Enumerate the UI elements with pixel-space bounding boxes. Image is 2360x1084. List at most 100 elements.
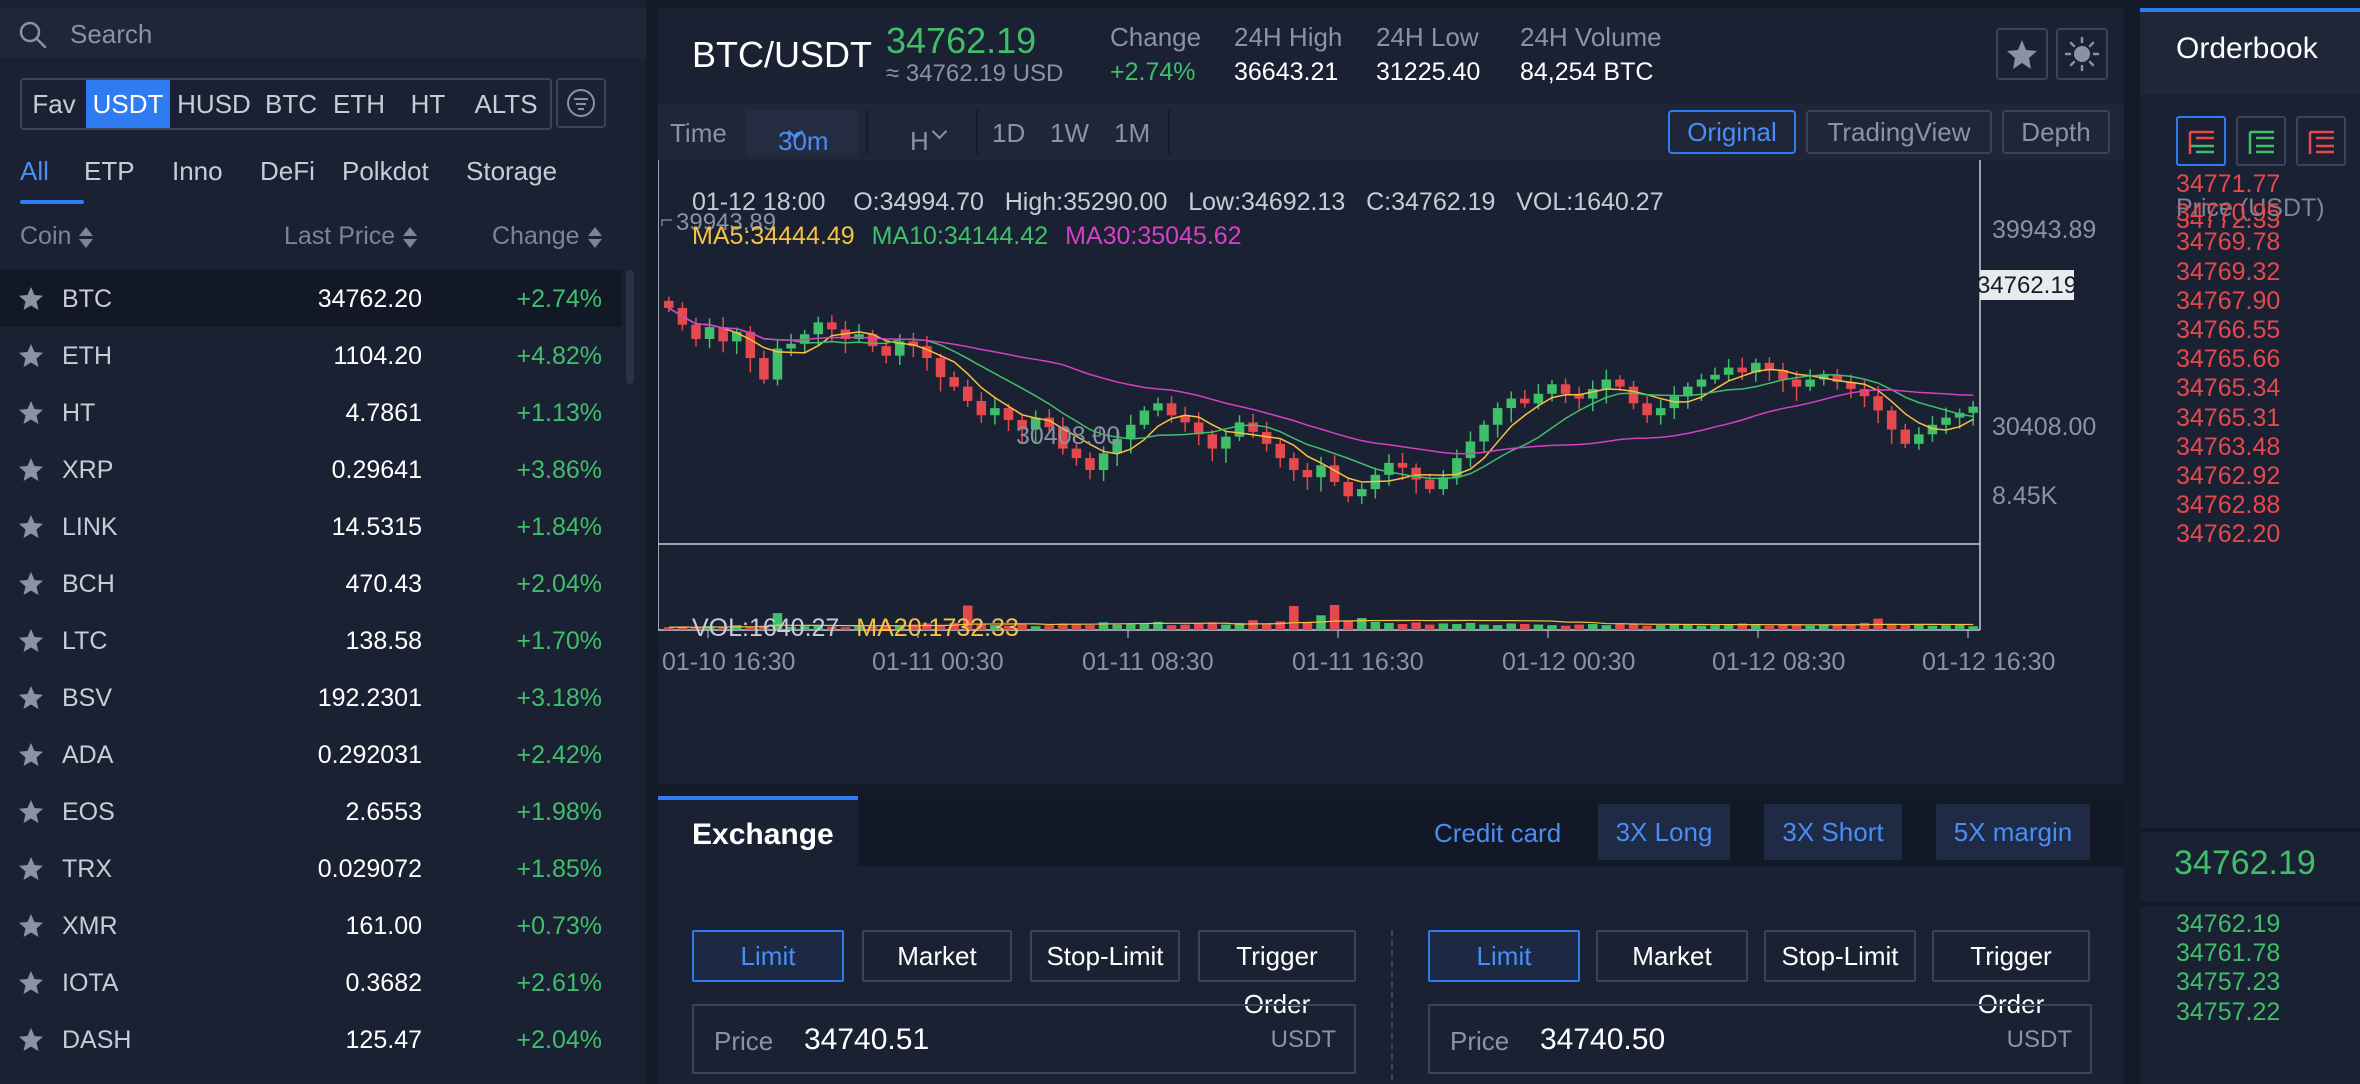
ask-price[interactable]: 34765.34 (2176, 374, 2280, 403)
chart-area[interactable]: 39943.89 30408.00 8.45K 34762.19 39943.89 304… (658, 160, 2124, 784)
view-tradingview-button[interactable]: TradingView (1806, 110, 1992, 154)
coin-row[interactable]: BCH 470.43 +2.04% (0, 555, 622, 612)
coin-row[interactable]: BSV 192.2301 +3.18% (0, 669, 622, 726)
buy-price-input[interactable] (804, 1018, 1184, 1062)
tab-inno[interactable]: Inno (172, 156, 260, 200)
ask-price[interactable]: 34769.32 (2176, 258, 2280, 287)
3x-short-button[interactable]: 3X Short (1764, 804, 1902, 860)
ask-price[interactable]: 34769.78 (2176, 228, 2280, 257)
star-icon[interactable] (18, 400, 44, 426)
sell-stop-limit-tab[interactable]: Stop-Limit (1764, 930, 1916, 982)
tab-eth[interactable]: ETH (324, 80, 394, 128)
star-icon[interactable] (18, 571, 44, 597)
3x-long-button[interactable]: 3X Long (1598, 804, 1730, 860)
bid-price[interactable]: 34762.19 (2176, 910, 2280, 939)
period-1d[interactable]: 1D (992, 118, 1025, 149)
ask-price[interactable]: 34770.95 (2176, 199, 2280, 228)
coin-row[interactable]: ADA 0.292031 +2.42% (0, 726, 622, 783)
star-icon[interactable] (18, 514, 44, 540)
buy-market-tab[interactable]: Market (862, 930, 1012, 982)
coin-row[interactable]: EOS 2.6553 +1.98% (0, 783, 622, 840)
sort-by-coin[interactable]: Coin (20, 222, 94, 251)
star-icon[interactable] (18, 685, 44, 711)
coin-row[interactable]: HT 4.7861 +1.13% (0, 384, 622, 441)
theme-toggle[interactable] (2056, 28, 2108, 80)
ask-price[interactable]: 34763.48 (2176, 433, 2280, 462)
coin-row[interactable]: IOTA 0.3682 +2.61% (0, 954, 622, 1011)
coin-row[interactable]: BTC 34762.20 +2.74% (0, 270, 622, 327)
sell-market-tab[interactable]: Market (1596, 930, 1748, 982)
coin-row[interactable]: LTC 138.58 +1.70% (0, 612, 622, 669)
sell-trigger-order-tab[interactable]: Trigger Order (1932, 930, 2090, 1019)
credit-card-link[interactable]: Credit card (1434, 818, 1561, 849)
orderbook-asks-mode[interactable] (2296, 116, 2346, 166)
buy-trigger-order-tab[interactable]: Trigger Order (1198, 930, 1356, 1019)
sell-limit-tab[interactable]: Limit (1428, 930, 1580, 982)
sort-by-price[interactable]: Last Price (284, 222, 418, 251)
star-icon[interactable] (18, 628, 44, 654)
volume-bar (1248, 620, 1258, 630)
ask-price[interactable]: 34767.90 (2176, 287, 2280, 316)
tab-exchange[interactable]: Exchange (658, 796, 858, 870)
low-value: 31225.40 (1376, 58, 1481, 86)
ask-price[interactable]: 34766.55 (2176, 316, 2280, 345)
buy-limit-tab[interactable]: Limit (692, 930, 844, 982)
coin-row[interactable]: LINK 14.5315 +1.84% (0, 498, 622, 555)
orderbook-title[interactable]: Orderbook (2176, 32, 2318, 66)
tab-storage[interactable]: Storage (466, 156, 566, 200)
candlestick-chart[interactable]: 39943.8930408.008.45K34762.1939943.89304… (658, 160, 2124, 784)
coin-row[interactable]: XRP 0.29641 +3.86% (0, 441, 622, 498)
view-depth-button[interactable]: Depth (2002, 110, 2110, 154)
search-input[interactable] (70, 16, 610, 52)
tab-usdt[interactable]: USDT (86, 80, 170, 128)
bid-price[interactable]: 34757.22 (2176, 998, 2280, 1027)
tab-defi[interactable]: DeFi (260, 156, 342, 200)
orderbook-both-mode[interactable] (2176, 116, 2226, 166)
ask-price[interactable]: 34762.92 (2176, 462, 2280, 491)
coin-row[interactable]: XMR 161.00 +0.73% (0, 897, 622, 954)
bid-price[interactable]: 34757.23 (2176, 968, 2280, 997)
star-icon[interactable] (18, 1027, 44, 1053)
volume-bar (1221, 624, 1231, 630)
star-icon[interactable] (18, 343, 44, 369)
star-icon[interactable] (18, 286, 44, 312)
ask-price[interactable]: 34765.31 (2176, 404, 2280, 433)
star-icon[interactable] (18, 970, 44, 996)
sell-price-input[interactable] (1540, 1018, 1920, 1062)
view-original-button[interactable]: Original (1668, 110, 1796, 154)
tab-etp[interactable]: ETP (84, 156, 172, 200)
ask-price[interactable]: 34765.66 (2176, 345, 2280, 374)
star-icon[interactable] (18, 856, 44, 882)
period-1w[interactable]: 1W (1050, 118, 1089, 149)
tab-polkdot[interactable]: Polkdot (342, 156, 466, 200)
tab-fav[interactable]: Fav (22, 80, 86, 128)
hour-interval-select[interactable]: H (882, 110, 974, 156)
tab-husd[interactable]: HUSD (170, 80, 258, 128)
tab-alts[interactable]: ALTS (462, 80, 550, 128)
5x-margin-button[interactable]: 5X margin (1936, 804, 2090, 860)
star-icon[interactable] (18, 799, 44, 825)
coin-row[interactable]: ETH 1104.20 +4.82% (0, 327, 622, 384)
tab-btc[interactable]: BTC (258, 80, 324, 128)
orderbook-bids-mode[interactable] (2236, 116, 2286, 166)
ask-price[interactable]: 34762.20 (2176, 520, 2280, 549)
star-icon[interactable] (18, 742, 44, 768)
sort-by-change[interactable]: Change (492, 222, 602, 251)
favorite-button[interactable] (1996, 28, 2048, 80)
coin-row[interactable]: DASH 125.47 +2.04% (0, 1011, 622, 1068)
interval-select[interactable]: 30m (746, 110, 858, 156)
star-icon[interactable] (18, 913, 44, 939)
ask-price[interactable]: 34762.88 (2176, 491, 2280, 520)
list-scrollbar[interactable] (626, 270, 634, 384)
orderbook-asks-icon (2308, 130, 2334, 154)
tab-ht[interactable]: HT (394, 80, 462, 128)
bid-price[interactable]: 34761.78 (2176, 939, 2280, 968)
coin-row[interactable]: TRX 0.029072 +1.85% (0, 840, 622, 897)
filter-button[interactable] (556, 78, 606, 128)
tab-all[interactable]: All (20, 156, 84, 204)
period-1m[interactable]: 1M (1114, 118, 1150, 149)
volume-bar (1615, 623, 1625, 630)
star-icon[interactable] (18, 457, 44, 483)
buy-stop-limit-tab[interactable]: Stop-Limit (1030, 930, 1180, 982)
ask-price[interactable]: 34771.77 (2176, 170, 2280, 199)
